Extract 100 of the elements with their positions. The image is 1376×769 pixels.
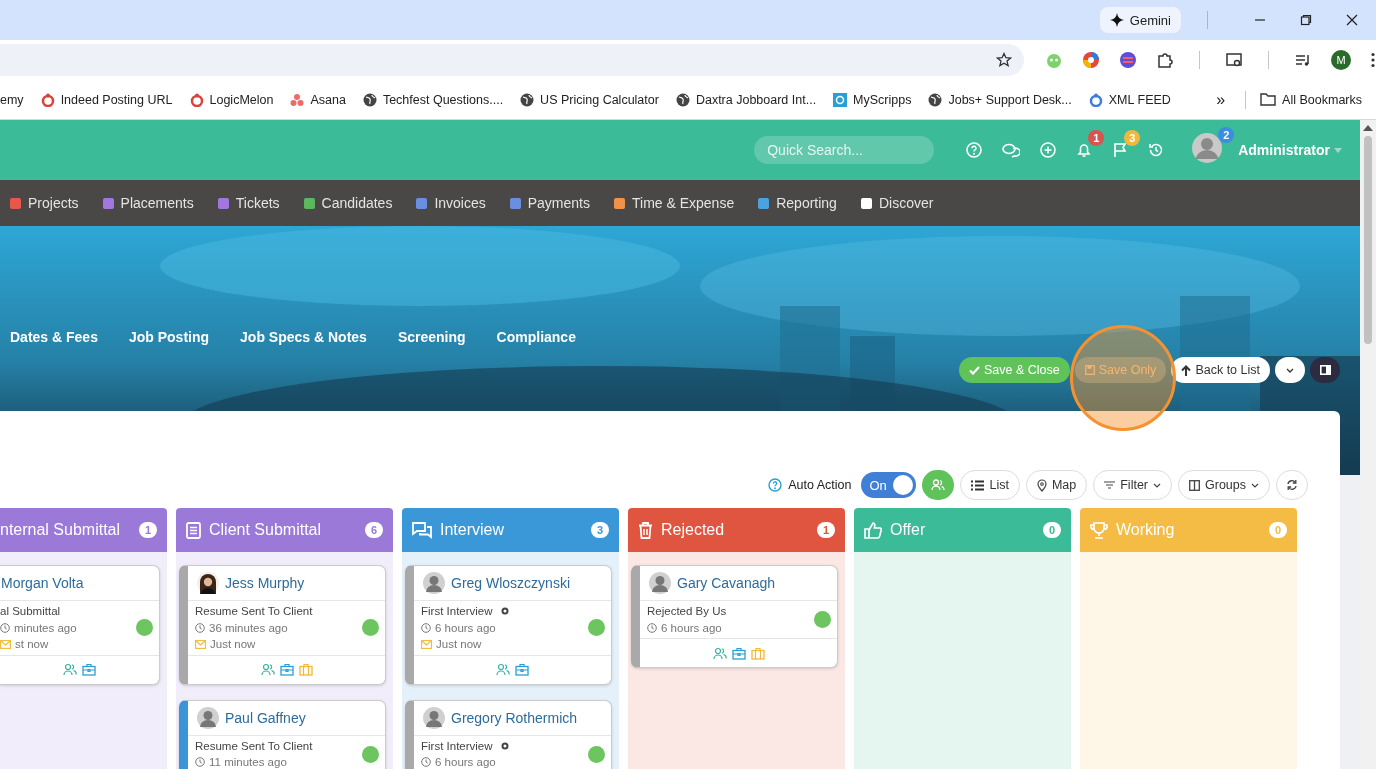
suitcase-icon[interactable] (750, 646, 765, 660)
bookmark[interactable]: US Pricing Calculator (520, 92, 659, 107)
nav-item[interactable]: Placements (102, 195, 194, 211)
nav-item[interactable]: Reporting (758, 195, 837, 211)
groups-button[interactable]: Groups (1178, 470, 1270, 500)
count-badge: 6 (365, 522, 383, 538)
candidate-card[interactable]: Gary Cavanagh Rejected By Us 6 hours ago (631, 565, 838, 668)
briefcase-icon[interactable] (279, 663, 294, 676)
address-field[interactable] (0, 44, 1024, 76)
candidate-card[interactable]: Morgan Volta al Submittal minutes ago st now (0, 565, 160, 685)
restore-icon[interactable] (1300, 14, 1312, 26)
suitcase-icon[interactable] (298, 663, 313, 676)
people-icon[interactable] (496, 663, 510, 676)
count-badge: 0 (1043, 522, 1061, 538)
close-icon[interactable] (1346, 14, 1358, 26)
bookmark[interactable]: LogicMelon (189, 92, 274, 107)
profile-avatar[interactable]: M (1331, 50, 1351, 70)
bookmark[interactable]: Asana (290, 92, 346, 107)
add-icon[interactable] (1040, 142, 1057, 158)
candidate-card[interactable]: Greg Wloszczynski First Interview 6 hours ago Just now (405, 565, 612, 685)
gemini-button[interactable]: Gemini (1099, 7, 1181, 33)
back-to-list-button[interactable]: Back to List (1171, 357, 1270, 383)
nav-item[interactable]: Candidates (303, 195, 393, 211)
refresh-icon (1286, 479, 1298, 491)
chat-icon[interactable] (1002, 142, 1021, 158)
auto-action-toggle[interactable]: On (861, 472, 917, 498)
people-icon[interactable] (712, 646, 727, 660)
column-title: Offer (890, 521, 927, 539)
status-text: al Submittal (0, 605, 61, 618)
map-pin-icon (1036, 478, 1047, 492)
envelope-icon (421, 639, 432, 649)
people-icon[interactable] (260, 663, 275, 676)
candidate-name[interactable]: Jess Murphy (225, 575, 305, 591)
time-text: minutes ago (14, 621, 77, 634)
notification-badge: 1 (1088, 130, 1105, 146)
candidate-name[interactable]: Paul Gaffney (225, 709, 306, 726)
filter-icon (1104, 481, 1116, 489)
candidate-name[interactable]: Morgan Volta (1, 575, 84, 591)
tab-search-icon[interactable] (1225, 51, 1243, 69)
refresh-button[interactable] (1276, 470, 1308, 500)
briefcase-icon[interactable] (515, 663, 529, 676)
candidate-name[interactable]: Gregory Rothermich (451, 709, 578, 726)
nav-item[interactable]: Time & Expense (614, 195, 735, 211)
candidate-card[interactable]: Gregory Rothermich First Interview 6 hours ago (405, 699, 612, 769)
chevron-down-icon (1153, 482, 1161, 488)
kebab-menu-icon[interactable] (1370, 52, 1376, 68)
section-tab[interactable]: Job Posting (128, 329, 210, 349)
count-badge: 3 (591, 522, 609, 538)
section-tab[interactable]: Dates & Fees (10, 329, 98, 349)
nav-item[interactable]: Tickets (217, 195, 280, 211)
candidate-card[interactable]: Paul Gaffney Resume Sent To Client 11 minutes ago (179, 699, 386, 769)
section-tab[interactable]: Compliance (496, 329, 576, 349)
nav-item[interactable]: Projects (10, 195, 79, 211)
assign-button[interactable] (922, 470, 955, 500)
list-view-button[interactable]: List (960, 470, 1020, 500)
more-bookmarks-button[interactable]: » (1216, 90, 1226, 109)
column-title: Client Submittal (209, 521, 323, 539)
candidate-card[interactable]: Jess Murphy Resume Sent To Client 36 minutes ago Just now (179, 565, 386, 685)
scrollbar-thumb[interactable] (1364, 136, 1372, 344)
candidate-name[interactable]: Greg Wloszczynski (451, 575, 571, 591)
check-icon (968, 365, 980, 375)
bookmark[interactable]: Indeed Posting URL (40, 92, 173, 107)
scroll-up-icon[interactable] (1363, 125, 1373, 131)
nav-item[interactable]: Payments (509, 195, 590, 211)
bookmark[interactable]: XML FEED (1088, 92, 1171, 107)
star-icon[interactable] (996, 52, 1012, 68)
section-tab[interactable]: Job Specs & Notes (240, 329, 367, 349)
all-bookmarks-button[interactable]: All Bookmarks (1260, 92, 1362, 107)
status-dot (588, 745, 605, 763)
nav-item[interactable]: Invoices (416, 195, 486, 211)
flag-icon[interactable] (1112, 142, 1129, 158)
help-icon[interactable] (768, 478, 783, 492)
people-icon[interactable] (63, 663, 77, 676)
bookmark[interactable]: Jobs+ Support Desk... (928, 92, 1072, 107)
extension-icon[interactable] (1082, 51, 1100, 69)
column-title: Working (1116, 521, 1176, 539)
briefcase-icon[interactable] (731, 646, 746, 660)
bookmark[interactable]: Daxtra Jobboard Int... (675, 92, 817, 107)
bookmark[interactable]: Techfest Questions.... (362, 92, 504, 107)
puzzle-icon[interactable] (1156, 51, 1174, 69)
nav-item[interactable]: Discover (860, 195, 934, 211)
map-view-button[interactable]: Map (1025, 470, 1088, 500)
sidebar-icon (1319, 365, 1331, 375)
people-icon (931, 478, 946, 492)
clock-icon (421, 622, 431, 633)
bookmark[interactable]: MyScripps (833, 92, 912, 107)
history-icon[interactable] (1148, 142, 1165, 158)
sparkle-icon (1109, 13, 1124, 27)
filter-button[interactable]: Filter (1093, 470, 1172, 500)
candidate-name[interactable]: Gary Cavanagh (677, 575, 776, 591)
bookmark[interactable]: emy (0, 92, 24, 107)
user-avatar[interactable] (1192, 133, 1223, 163)
caret-icon[interactable] (1334, 147, 1342, 153)
count-badge: 0 (1269, 522, 1287, 538)
bell-icon[interactable] (1076, 142, 1093, 158)
count-badge: 1 (817, 522, 835, 538)
auto-action-label: Auto Action (788, 478, 852, 492)
section-tab[interactable]: Screening (397, 329, 466, 349)
briefcase-icon[interactable] (82, 663, 96, 676)
extension-icon[interactable] (1119, 51, 1137, 69)
